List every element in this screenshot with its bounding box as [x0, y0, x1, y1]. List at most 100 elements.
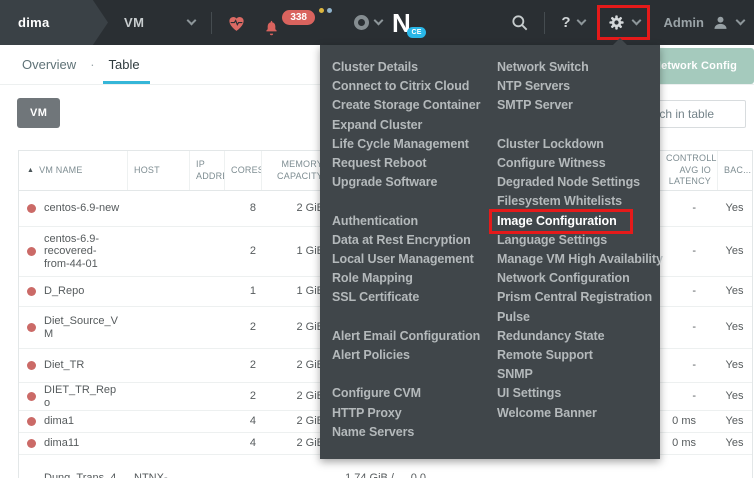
column-header-host[interactable]: HOST [128, 151, 190, 190]
column-header-ip-addresses[interactable]: IP ADDRESSES [190, 151, 225, 190]
status-dot-red-icon [27, 287, 36, 296]
vm-name-cell: D_Repo [19, 285, 128, 298]
vm-name: Diet_TR [44, 359, 84, 372]
status-dot-red-icon [27, 323, 36, 332]
menu-item-ssl-certificate[interactable]: SSL Certificate [332, 288, 492, 307]
vm-name: centos-6.9-new [44, 202, 119, 215]
user-menu[interactable]: Admin [664, 14, 744, 31]
chevron-down-icon[interactable] [374, 16, 384, 26]
nutanix-logo[interactable]: N CE [392, 10, 410, 36]
cell: - [660, 359, 718, 372]
help-icon: ? [561, 14, 570, 31]
column-label: IP ADDRESSES [196, 159, 218, 182]
menu-item-snmp[interactable]: SNMP [497, 365, 659, 384]
menu-item-alert-email-configuration[interactable]: Alert Email Configuration [332, 327, 492, 346]
menu-item-smtp-server[interactable]: SMTP Server [497, 96, 659, 115]
menu-group: Configure CVMHTTP ProxyName Servers [332, 384, 492, 442]
vm-name-cell: centos-6.9-new [19, 202, 128, 215]
user-name: Admin [664, 15, 704, 30]
navbar-right: ? Admin [510, 5, 754, 40]
menu-item-http-proxy[interactable]: HTTP Proxy [332, 404, 492, 423]
menu-item-prism-central-registration[interactable]: Prism Central Registration [497, 288, 659, 307]
cell: Yes [718, 245, 751, 258]
cell: Yes [718, 390, 751, 403]
vm-name-cell: Dung_Trans_42 [19, 472, 128, 478]
menu-item-language-settings[interactable]: Language Settings [497, 231, 659, 250]
tab-table[interactable]: Table [105, 45, 144, 84]
status-dot-red-icon [27, 247, 36, 256]
menu-item-manage-vm-high-availability[interactable]: Manage VM High Availability [497, 250, 659, 269]
menu-item-upgrade-software[interactable]: Upgrade Software [332, 173, 492, 192]
alerts-button[interactable]: 338 [263, 8, 332, 38]
cell: - [660, 321, 718, 334]
column-header-cores[interactable]: CORES [225, 151, 262, 190]
menu-item-pulse[interactable]: Pulse [497, 308, 659, 327]
vm-name: centos-6.9-recovered-from-44-01 [44, 233, 122, 271]
entity-selector[interactable]: VM [124, 15, 195, 30]
status-dot-red-icon [27, 439, 36, 448]
tab-overview[interactable]: Overview [18, 45, 80, 84]
menu-item-ui-settings[interactable]: UI Settings [497, 384, 659, 403]
menu-item-create-storage-container[interactable]: Create Storage Container [332, 96, 492, 115]
status-dot-red-icon [27, 392, 36, 401]
cell: 2 [225, 390, 262, 403]
menu-item-welcome-banner[interactable]: Welcome Banner [497, 404, 659, 423]
chevron-down-icon [631, 16, 641, 26]
column-label: CONTROLLER AVG IO LATENCY [666, 153, 711, 188]
help-menu[interactable]: ? [561, 14, 584, 31]
menu-item-authentication[interactable]: Authentication [332, 212, 492, 231]
menu-item-data-at-rest-encryption[interactable]: Data at Rest Encryption [332, 231, 492, 250]
column-header-vm-name[interactable]: ▲VM NAME [19, 151, 128, 190]
menu-item-redundancy-state[interactable]: Redundancy State [497, 327, 659, 346]
menu-item-local-user-management[interactable]: Local User Management [332, 250, 492, 269]
menu-col-right: Network SwitchNTP ServersSMTP Server Clus… [497, 58, 659, 442]
menu-item-image-configuration[interactable]: Image Configuration [497, 212, 659, 231]
cell: 8 [225, 202, 262, 215]
search-icon[interactable] [510, 13, 530, 33]
menu-group: Alert Email ConfigurationAlert Policies [332, 327, 492, 365]
menu-item-remote-support[interactable]: Remote Support [497, 346, 659, 365]
menu-item-expand-cluster[interactable]: Expand Cluster [332, 116, 492, 135]
info-dot-icon [327, 8, 332, 13]
column-header-bac[interactable]: BAC... [718, 151, 751, 190]
menu-item-configure-witness[interactable]: Configure Witness [497, 154, 659, 173]
menu-item-life-cycle-management[interactable]: Life Cycle Management [332, 135, 492, 154]
menu-item-alert-policies[interactable]: Alert Policies [332, 346, 492, 365]
divider [544, 12, 545, 34]
menu-item-request-reboot[interactable]: Request Reboot [332, 154, 492, 173]
menu-item-degraded-node-settings[interactable]: Degraded Node Settings [497, 173, 659, 192]
column-label: MEMORY CAPACITY [268, 159, 323, 182]
status-dot-red-icon [27, 361, 36, 370]
menu-group: Cluster LockdownConfigure WitnessDegrade… [497, 135, 659, 423]
menu-item-connect-to-citrix-cloud[interactable]: Connect to Citrix Cloud [332, 77, 492, 96]
health-button[interactable] [226, 13, 247, 33]
menu-item-configure-cvm[interactable]: Configure CVM [332, 384, 492, 403]
menu-item-ntp-servers[interactable]: NTP Servers [497, 77, 659, 96]
bell-icon [263, 18, 280, 38]
vm-name: Dung_Trans_42 [44, 472, 122, 478]
status-dots [319, 8, 332, 13]
menu-item-name-servers[interactable]: Name Servers [332, 423, 492, 442]
column-header-controller-avg-io-latency[interactable]: CONTROLLER AVG IO LATENCY [660, 151, 718, 190]
menu-item-cluster-lockdown[interactable]: Cluster Lockdown [497, 135, 659, 154]
menu-item-network-switch[interactable]: Network Switch [497, 58, 659, 77]
ring-icon[interactable] [354, 15, 369, 30]
warning-dot-icon [319, 8, 324, 13]
cell: - [660, 285, 718, 298]
status-dot-red-icon [27, 204, 36, 213]
vm-name-cell: dima1 [19, 415, 128, 428]
top-navbar: dima VM 338 N CE [0, 0, 754, 45]
settings-menu-button[interactable] [597, 5, 650, 40]
ce-badge: CE [407, 27, 425, 38]
cluster-name[interactable]: dima [0, 0, 108, 45]
menu-item-network-configuration[interactable]: Network Configuration [497, 269, 659, 288]
app-root: dima VM 338 N CE [0, 0, 754, 478]
alert-count-badge[interactable]: 338 [282, 10, 315, 25]
menu-item-cluster-details[interactable]: Cluster Details [332, 58, 492, 77]
vm-name-cell: centos-6.9-recovered-from-44-01 [19, 233, 128, 271]
menu-group: Network SwitchNTP ServersSMTP Server [497, 58, 659, 116]
status-dot-red-icon [27, 417, 36, 426]
cell: 2 [225, 359, 262, 372]
vm-filter-button[interactable]: VM [17, 98, 60, 128]
menu-item-role-mapping[interactable]: Role Mapping [332, 269, 492, 288]
